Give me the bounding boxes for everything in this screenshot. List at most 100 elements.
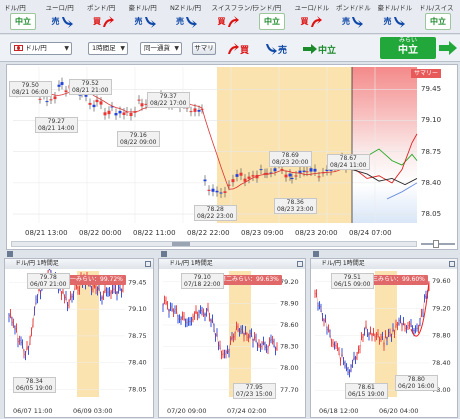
- y-tick-label: 77.70: [280, 386, 299, 394]
- panel-expand-icon[interactable]: [145, 261, 151, 267]
- pair-2[interactable]: ポンド/円買: [87, 2, 129, 32]
- candle: [302, 170, 306, 172]
- candle: [273, 168, 277, 172]
- callout-value: 79.37: [159, 93, 177, 100]
- y-tick-label: 78.30: [280, 343, 299, 351]
- pair-name: 豪ドル/円: [128, 4, 157, 12]
- callout-time: 08/22 17:00: [150, 100, 187, 107]
- zoom-thumb[interactable]: [433, 240, 439, 248]
- pair-name: ドル/円: [4, 4, 26, 12]
- x-tick-label: 08/23 09:00: [241, 229, 284, 237]
- signal-label: 中立: [15, 17, 31, 26]
- signal-label: 買: [93, 17, 101, 26]
- callout-time: 07/18 22:00: [184, 281, 221, 288]
- candle: [95, 99, 99, 103]
- panel-expand-icon[interactable]: [297, 261, 303, 267]
- time-scrollbar[interactable]: [11, 241, 417, 247]
- candle: [99, 101, 103, 105]
- pair-9[interactable]: 豪ドル/ドル売: [378, 2, 420, 32]
- pair-name: ランド/円: [253, 4, 282, 12]
- pair-0[interactable]: ドル/円中立: [4, 2, 46, 32]
- chevron-down-icon: ▼: [174, 45, 179, 52]
- y-tick-label: 78.60: [280, 321, 299, 329]
- down-arrow-icon: [266, 44, 277, 55]
- pair-signal: 買: [301, 13, 323, 30]
- candle: [231, 179, 235, 183]
- pair-6[interactable]: ランド/円 中立: [253, 2, 295, 32]
- similarity-badge: 第一みらい：99.72%: [61, 275, 126, 285]
- candle: [189, 111, 193, 113]
- arrow-path: [61, 16, 73, 28]
- signal-label: 売: [383, 17, 392, 26]
- pair-signal: 買: [93, 13, 115, 30]
- candle: [259, 169, 263, 171]
- mini-chart-plot[interactable]: 79.45 79.10 78.75 78.40 78.05 06/07 11:00 06/0…: [5, 269, 153, 417]
- mini-title: ドル/円 1時間足: [159, 259, 305, 269]
- candle: [103, 112, 107, 116]
- mini-title: ドル/円 1時間足: [5, 259, 153, 269]
- signal-label: 売: [51, 17, 60, 26]
- y-tick-label: 78.40: [432, 359, 451, 367]
- down-arrow-icon: [393, 16, 405, 28]
- scrollbar-thumb[interactable]: [172, 242, 190, 246]
- mini-title: ドル/円 1時間足: [311, 259, 457, 269]
- x-tick-label: 06/18 12:00: [319, 407, 359, 415]
- callout-time: 08/21 14:00: [38, 125, 75, 132]
- callout-value: 79.50: [21, 82, 39, 89]
- callout-value: 79.78: [39, 274, 57, 281]
- summary-tab[interactable]: サマリー: [411, 69, 441, 78]
- candle: [215, 190, 219, 193]
- up-arrow-icon: [227, 15, 239, 27]
- candle: [280, 168, 284, 170]
- pair-1[interactable]: ユーロ/円売: [46, 2, 88, 32]
- pair-signal: 売: [342, 13, 364, 30]
- candle: [197, 109, 201, 112]
- panel-expand-icon[interactable]: [449, 261, 455, 267]
- y-tick-label: 79.45: [128, 278, 147, 286]
- y-tick-label: 78.00: [280, 364, 299, 372]
- candle: [203, 179, 207, 182]
- callout-value: 79.52: [81, 80, 99, 87]
- summary-button[interactable]: サマリ: [192, 42, 216, 55]
- price-callout: 79.27 08/21 14:00: [35, 117, 78, 133]
- pair-4[interactable]: NZドル/円売: [170, 2, 212, 32]
- timeframe-select[interactable]: 1時間足 ▼: [88, 42, 128, 55]
- y-tick-label: 78.75: [128, 332, 147, 340]
- candle: [247, 176, 251, 179]
- pair-8[interactable]: ポンド/ドル売: [336, 2, 378, 32]
- down-arrow-icon: [61, 16, 73, 28]
- x-tick-label: 08/22 11:00: [133, 229, 176, 237]
- candle: [92, 104, 96, 108]
- candle: [140, 103, 144, 107]
- pair-5[interactable]: スイスフラン/円買: [212, 2, 254, 32]
- down-arrow-icon: [144, 16, 156, 28]
- down-arrow-icon: [352, 16, 363, 28]
- signal-label: 中立: [430, 17, 446, 26]
- similar-chart-2: ドル/円 1時間足 79.20 78.90 78.60 78.30 78.00 77.70…: [158, 251, 306, 418]
- candle: [290, 177, 294, 180]
- candle: [317, 176, 321, 178]
- pair-signal: 売: [52, 13, 74, 30]
- pair-select[interactable]: ドル/円 ▼: [10, 42, 72, 55]
- arrow-path: [310, 15, 322, 27]
- callout-time: 08/22 23:00: [197, 213, 234, 220]
- right-arrow-icon: [303, 44, 317, 54]
- callout-value: 79.16: [129, 132, 147, 139]
- callout-value: 79.27: [47, 118, 65, 125]
- pair-10[interactable]: ドル/スイス 中立: [419, 2, 460, 32]
- pair-3[interactable]: 豪ドル/円売: [129, 2, 171, 32]
- candle: [309, 168, 313, 172]
- pair-signal: 売: [384, 13, 406, 30]
- pair-name: スイスフラン/円: [211, 4, 254, 12]
- zoom-slider[interactable]: [421, 240, 455, 248]
- x-tick-label: 07/20 09:00: [167, 407, 207, 415]
- price-callout: 79.10 07/18 22:00: [181, 273, 224, 289]
- mode-select[interactable]: 同一通貨 ▼: [140, 42, 182, 55]
- callout-time: 08/23 20:00: [272, 159, 309, 166]
- down-arrow-icon: [186, 16, 197, 28]
- pair-7[interactable]: ユーロ/ドル買: [295, 2, 337, 32]
- mini-chart-plot[interactable]: 79.20 78.90 78.60 78.30 78.00 77.70 07/20 09:0…: [159, 269, 305, 417]
- y-tick-label: 78.40: [128, 359, 147, 367]
- arrow-path: [227, 15, 239, 27]
- y-tick-label: 79.20: [432, 304, 451, 312]
